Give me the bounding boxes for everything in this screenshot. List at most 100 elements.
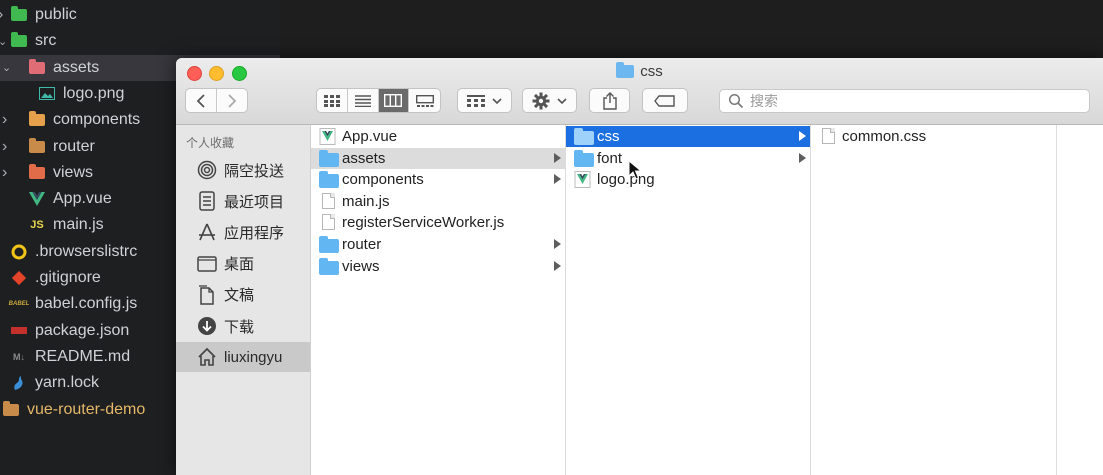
search-field[interactable] [719,89,1090,113]
group-by-button[interactable] [457,88,512,113]
tree-item-label: .browserslistrc [35,242,138,260]
sidebar-item-label: 应用程序 [224,223,285,242]
sidebar-item-label: 最近项目 [224,192,285,211]
document-icon [819,128,839,145]
file-row-label: assets [342,149,386,167]
columns-icon [384,94,403,107]
column-divider [1056,125,1057,475]
chevron-right-icon[interactable]: › [2,138,12,156]
sidebar-item[interactable]: 最近项目 [176,186,310,216]
chevron-right-icon [228,93,237,108]
file-row[interactable]: css [566,126,810,147]
gallery-icon [415,94,434,107]
folder-shape [319,171,339,189]
file-row[interactable]: assets [311,147,565,169]
browserslist-icon [10,244,28,260]
sidebar-item-label: 下载 [224,317,255,336]
tree-item-label: src [35,32,57,50]
folder-shape [29,58,45,74]
folder-icon [574,149,594,167]
share-button[interactable] [589,88,630,113]
file-row[interactable]: font [566,148,810,169]
disclosure-arrow-icon [799,131,806,141]
folder-shape [11,32,27,48]
view-mode-buttons [316,88,441,113]
folder-shape [11,6,27,21]
chevron-down-icon[interactable]: ⌄ [2,61,12,74]
sidebar-item-label: 隔空投送 [224,161,285,180]
column-view-button[interactable] [378,89,410,112]
group-grid-icon [467,94,485,107]
list-view-button[interactable] [348,89,379,112]
folder-icon [574,128,594,145]
sidebar-item[interactable]: 桌面 [176,249,310,279]
file-row[interactable]: App.vue [311,126,565,147]
search-input[interactable] [748,91,1082,113]
desktop-icon [196,253,218,275]
sidebar-item-label: liuxingyu [224,348,283,366]
disclosure-arrow-icon [554,152,561,163]
file-row-label: logo.png [597,171,655,189]
edit-tags-button[interactable] [642,88,688,113]
folder-icon [319,171,339,189]
sidebar-item[interactable]: 应用程序 [176,217,310,247]
tree-item[interactable]: ⌄ src [0,28,280,54]
file-row[interactable]: main.js [311,191,565,212]
favorites-heading: 个人收藏 [186,136,235,150]
disclosure-arrow-icon [554,239,561,249]
gallery-view-button[interactable] [409,89,440,112]
file-row[interactable]: logo.png [566,169,810,190]
tree-item[interactable]: › public [0,2,280,28]
folder-src-icon [10,32,28,49]
document-icon [319,192,339,210]
file-row[interactable]: views [311,256,565,277]
chevron-right-icon[interactable]: › [2,164,12,182]
folder-shape [3,400,19,416]
sidebar-item[interactable]: liuxingyu [176,342,310,373]
sidebar-item[interactable]: 文稿 [176,280,310,310]
applications-icon [196,221,218,243]
forward-button[interactable] [217,89,247,112]
file-row-label: css [597,128,620,145]
tree-item-label: .gitignore [35,269,101,286]
document-icon [319,214,339,231]
sidebar-item[interactable]: 隔空投送 [176,155,310,185]
chevron-right-icon[interactable]: › [2,111,12,129]
list-icon [354,94,371,107]
chevron-right-icon[interactable]: › [0,6,8,24]
file-row-label: font [597,149,623,167]
file-row-label: views [342,257,380,275]
file-row-label: components [342,171,424,189]
vue-file-icon [574,171,594,189]
back-forward-buttons [185,88,248,113]
chevron-left-icon [196,93,205,108]
file-row[interactable]: router [311,234,565,255]
document-shape [322,192,335,209]
file-row[interactable]: common.css [811,126,1056,147]
tree-item-label: App.vue [53,190,112,208]
npm-icon [10,323,28,339]
window-title-text: css [640,63,663,80]
tree-item-label: package.json [35,321,130,339]
file-row[interactable]: components [311,169,565,190]
tag-icon [654,94,675,107]
markdown-icon: M↓ [13,351,25,362]
folder-shape [29,137,45,153]
tree-item-label: assets [53,58,100,76]
yarn-icon [10,375,28,391]
folder-icon [616,62,635,78]
folder-shape [574,128,594,145]
folder-components-icon [28,111,46,128]
share-icon [602,91,617,110]
folder-public-icon [10,6,28,23]
icon-view-button[interactable] [317,89,348,112]
action-menu-button[interactable] [522,88,577,113]
tree-item-label: README.md [35,347,131,365]
tree-item-label: main.js [53,216,104,234]
sidebar-item[interactable]: 下载 [176,311,310,341]
chevron-down-icon[interactable]: ⌄ [0,35,8,48]
document-shape [822,128,835,144]
file-row[interactable]: registerServiceWorker.js [311,212,565,233]
tree-item-label: public [35,6,77,23]
back-button[interactable] [186,89,217,112]
